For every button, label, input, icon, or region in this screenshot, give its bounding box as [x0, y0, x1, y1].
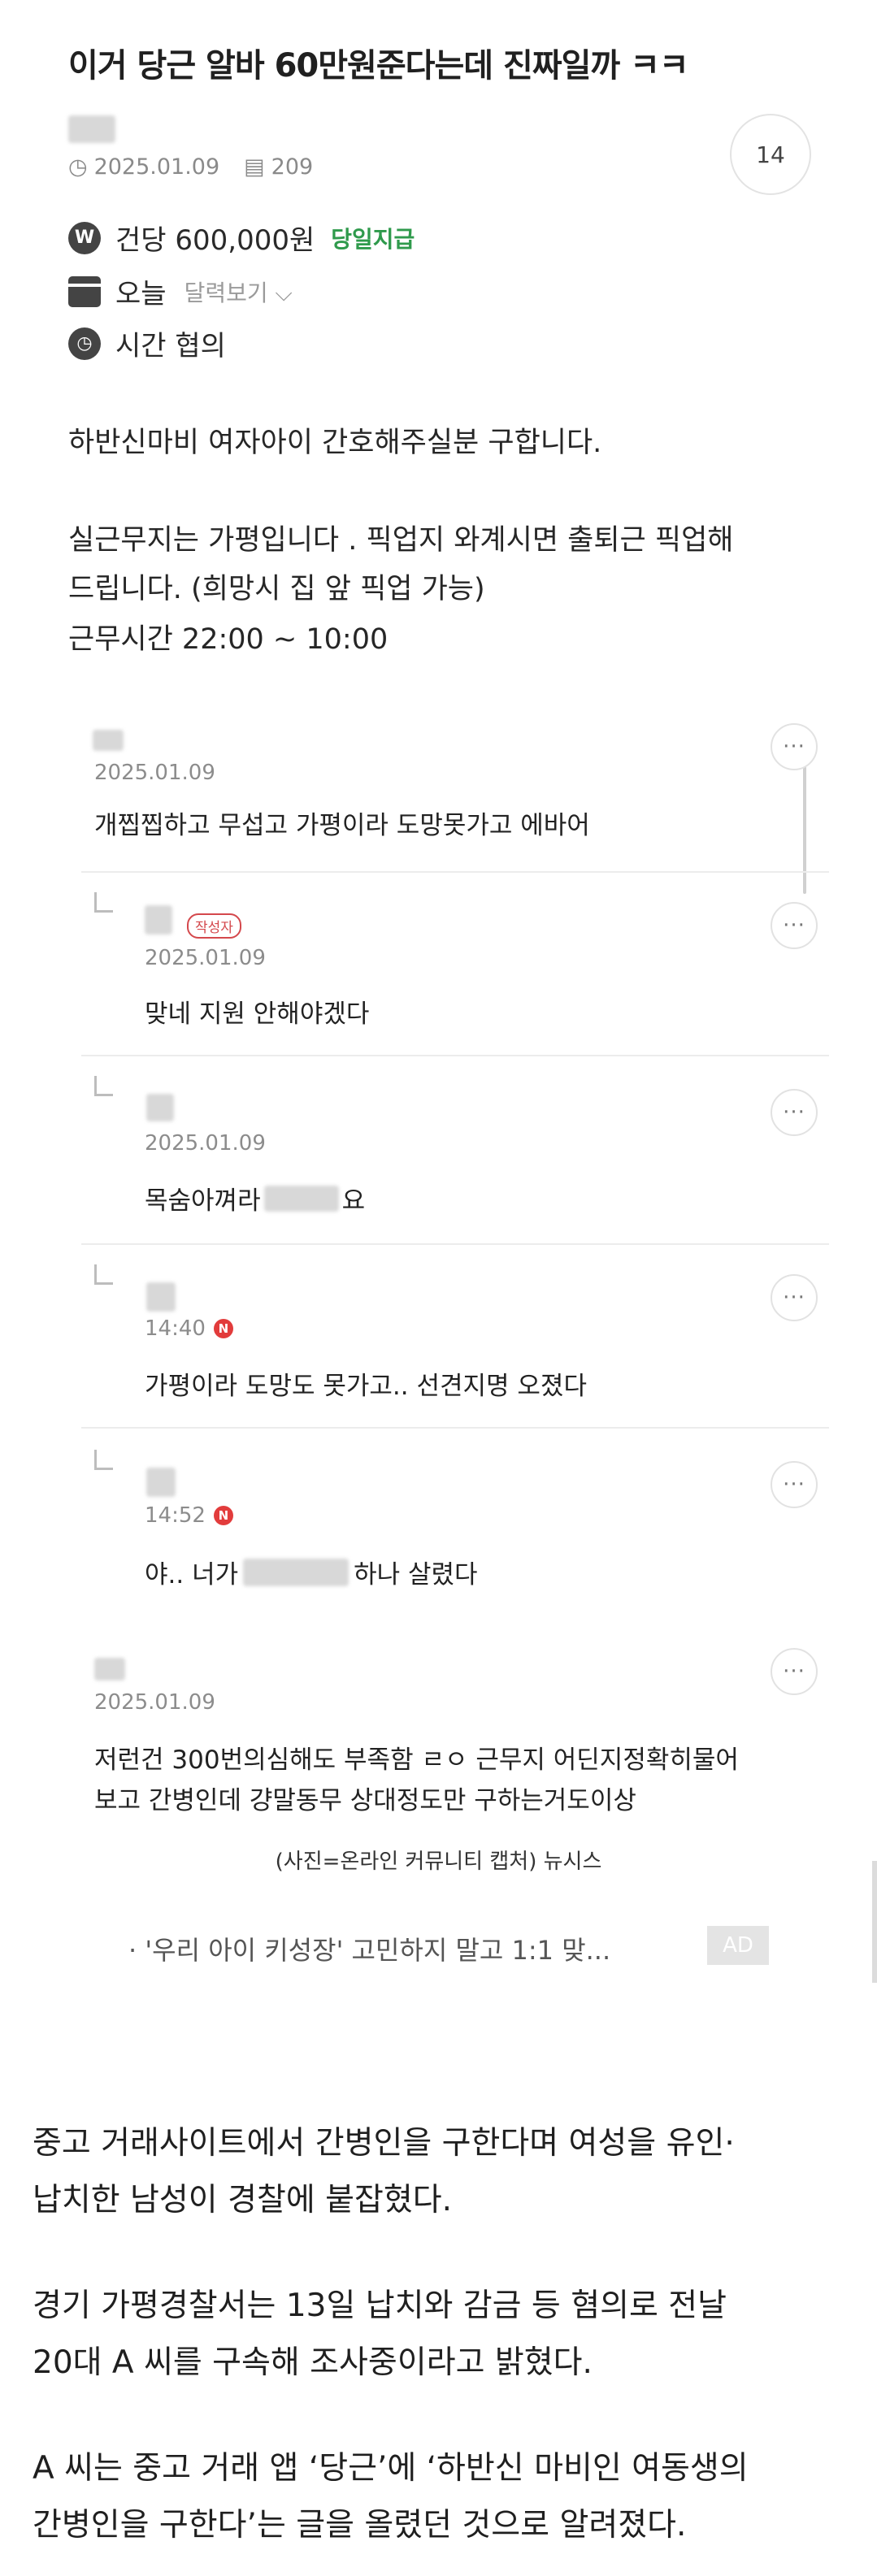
- comment-date: 2025.01.09: [94, 761, 215, 785]
- clock-filled-icon: ◷: [68, 327, 101, 360]
- photo-caption: (사진=온라인 커뮤니티 캡처) 뉴시스: [275, 1850, 602, 1874]
- comment-date-group: 14:52 N: [145, 1503, 233, 1528]
- more-icon: ···: [783, 913, 805, 938]
- commenter-avatar-blurred: [145, 905, 172, 935]
- comment-more-button[interactable]: ···: [771, 1089, 818, 1136]
- post-title: 이거 당근 알바 60만원준다는데 진짜일까 ㅋㅋ: [68, 47, 689, 85]
- comment-date: 2025.01.09: [145, 946, 266, 970]
- more-icon: ···: [783, 1286, 805, 1310]
- reply-arrow-icon: [94, 892, 113, 913]
- post-body-line-1: 하반신마비 여자아이 간호해주실분 구합니다.: [68, 427, 602, 459]
- reply-arrow-icon: [94, 1076, 113, 1096]
- post-date-group: ◷ 2025.01.09: [68, 154, 219, 180]
- post-body-line-3: 드립니다. (희망시 집 앞 픽업 가능): [68, 573, 485, 605]
- more-icon: ···: [783, 735, 805, 759]
- post-body-line-4: 근무시간 22:00 ~ 10:00: [68, 623, 389, 656]
- redacted-text: [263, 1185, 339, 1212]
- comment-more-button[interactable]: ···: [771, 1461, 818, 1508]
- article-line-5: A 씨는 중고 거래 앱 ‘당근’에 ‘하반신 마비인 여동생의: [33, 2450, 749, 2487]
- comment-more-button[interactable]: ···: [771, 1274, 818, 1321]
- comment-date: 2025.01.09: [145, 1131, 266, 1156]
- comment-text-line-2: 보고 간병인데 걍말동무 상대정도만 구하는거도이상: [94, 1786, 636, 1815]
- comment-date-group: 14:40 N: [145, 1316, 233, 1341]
- comment-text: 야.. 너가 하나 살렸다: [145, 1554, 478, 1590]
- author-badge: 작성자: [187, 913, 241, 939]
- article-line-3: 경기 가평경찰서는 13일 납치와 감금 등 혐의로 전날: [33, 2288, 727, 2324]
- document-icon: ▤: [244, 154, 265, 180]
- post-body-line-2: 실근무지는 가평입니다 . 픽업지 와계시면 출퇴근 픽업해: [68, 524, 734, 557]
- divider: [81, 1055, 829, 1056]
- clock-icon: ◷: [68, 154, 88, 180]
- comment-text: 목숨아껴라 요: [145, 1180, 365, 1216]
- article-line-1: 중고 거래사이트에서 간병인을 구한다며 여성을 유인·: [33, 2125, 735, 2162]
- more-icon: ···: [783, 1472, 805, 1497]
- comment-text-after: 요: [341, 1186, 366, 1216]
- commenter-avatar-blurred: [94, 1658, 125, 1680]
- post-date: 2025.01.09: [93, 154, 220, 180]
- more-icon: ···: [783, 1100, 805, 1125]
- post-views: 209: [271, 154, 314, 180]
- post-meta: ◷ 2025.01.09 ▤ 209: [68, 154, 313, 180]
- calendar-link-label: 달력보기: [184, 279, 268, 306]
- comment-more-button[interactable]: ···: [771, 723, 818, 770]
- calendar-icon: [68, 275, 101, 307]
- day-row: 오늘 달력보기 ⌵: [68, 271, 293, 311]
- page-edge-bar: [872, 1861, 877, 1983]
- calendar-link[interactable]: 달력보기 ⌵: [185, 275, 293, 308]
- comment-more-button[interactable]: ···: [771, 902, 818, 949]
- divider: [81, 1427, 829, 1429]
- author-badge-wrap: 작성자: [179, 913, 241, 939]
- comment-text: 가평이라 도망도 못가고.. 선견지명 오졌다: [145, 1372, 587, 1401]
- pay-amount: 건당 600,000원: [115, 224, 315, 257]
- author-avatar-blurred: [68, 115, 115, 143]
- post-views-group: ▤ 209: [244, 154, 313, 180]
- work-day: 오늘: [115, 278, 167, 310]
- commenter-avatar-blurred: [146, 1094, 174, 1121]
- work-time: 시간 협의: [115, 330, 226, 362]
- comment-count-button[interactable]: 14: [730, 114, 811, 195]
- reply-arrow-icon: [94, 1264, 113, 1285]
- comment-date: 14:52: [145, 1503, 206, 1528]
- related-ad-link[interactable]: · '우리 아이 키성장' 고민하지 말고 1:1 맞...: [128, 1930, 610, 1967]
- comment-more-button[interactable]: ···: [771, 1648, 818, 1695]
- commenter-avatar-blurred: [146, 1468, 176, 1497]
- comment-text-before: 목숨아껴라: [145, 1186, 261, 1216]
- comment-text: 맞네 지원 안해야겠다: [145, 1000, 370, 1029]
- new-badge: N: [213, 1506, 233, 1525]
- reply-arrow-icon: [94, 1450, 113, 1470]
- pay-row: W 건당 600,000원 당일지급: [68, 218, 415, 258]
- more-icon: ···: [783, 1659, 805, 1684]
- commenter-avatar-blurred: [93, 730, 124, 751]
- article-line-4: 20대 A 씨를 구속해 조사중이라고 밝혔다.: [33, 2344, 593, 2381]
- comment-text-line-1: 저런건 300번의심해도 부족함 ㄹㅇ 근무지 어딘지정확히물어: [94, 1746, 739, 1775]
- won-icon: W: [68, 221, 101, 254]
- time-row: ◷ 시간 협의: [68, 323, 226, 363]
- comment-text: 개찝찝하고 무섭고 가평이라 도망못가고 에바어: [94, 811, 590, 840]
- comment-text-before: 야.. 너가: [145, 1560, 239, 1589]
- pay-badge: 당일지급: [331, 225, 415, 253]
- comment-date: 14:40: [145, 1316, 206, 1341]
- chevron-down-icon: ⌵: [275, 279, 293, 306]
- redacted-text: [243, 1558, 349, 1586]
- ad-badge: AD: [707, 1926, 769, 1965]
- article-line-6: 간병인을 구한다’는 글을 올렸던 것으로 알려졌다.: [33, 2507, 687, 2543]
- new-badge: N: [213, 1319, 233, 1338]
- article-line-2: 납치한 남성이 경찰에 붙잡혔다.: [33, 2182, 453, 2218]
- comment-date: 2025.01.09: [94, 1690, 215, 1715]
- commenter-avatar-blurred: [146, 1282, 176, 1312]
- comment-text-after: 하나 살렸다: [354, 1560, 478, 1589]
- divider: [81, 1243, 829, 1245]
- comment-count: 14: [756, 141, 785, 168]
- divider: [81, 871, 829, 873]
